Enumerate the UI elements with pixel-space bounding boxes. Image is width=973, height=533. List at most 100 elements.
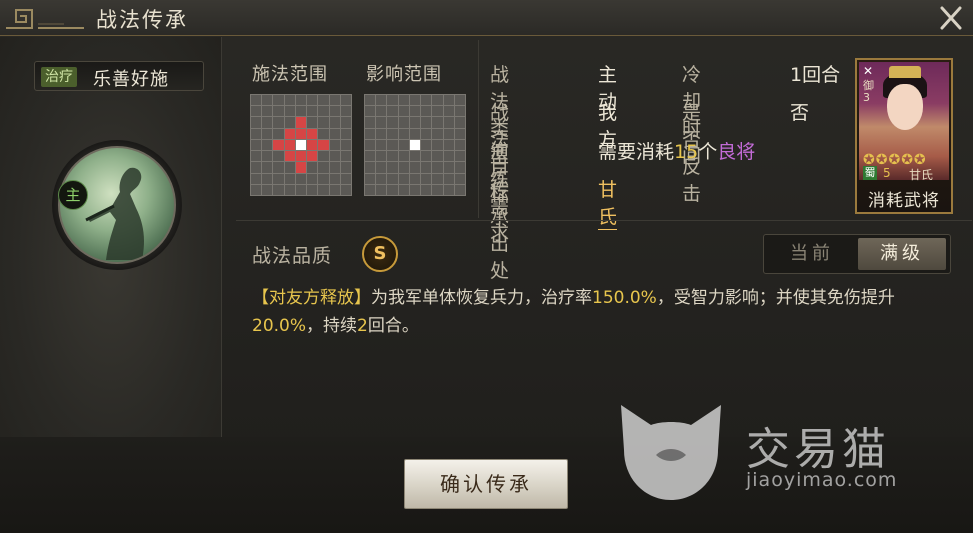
range-cell — [251, 184, 262, 195]
range-cell — [318, 162, 329, 173]
card-info-bar: 蜀 5 甘氏 — [861, 166, 951, 182]
range-cell — [398, 128, 409, 139]
range-cell — [318, 95, 329, 106]
range-cell — [251, 151, 262, 162]
tab-max-level[interactable]: 满级 — [858, 238, 946, 270]
range-cell — [329, 128, 340, 139]
range-cell — [365, 162, 376, 173]
counter-value: 否 — [790, 102, 810, 124]
range-cell — [340, 117, 351, 128]
damage-reduction: 20.0% — [252, 316, 307, 336]
range-cell — [340, 106, 351, 117]
range-cell — [329, 184, 340, 195]
range-cell — [340, 139, 351, 151]
skill-type-badge: 治疗 — [41, 67, 77, 87]
range-cell — [387, 173, 398, 184]
range-cell — [307, 117, 318, 128]
close-icon[interactable] — [936, 4, 966, 32]
range-cell — [409, 173, 421, 184]
requirement-count: 15 — [674, 141, 699, 163]
range-cell — [421, 151, 432, 162]
range-cell — [262, 95, 273, 106]
range-cell — [432, 117, 443, 128]
range-cell — [329, 117, 340, 128]
heal-rate: 150.0% — [592, 288, 657, 308]
range-cell — [443, 151, 454, 162]
range-cell — [318, 139, 329, 151]
range-cell — [365, 139, 376, 151]
confirm-inherit-button[interactable]: 确认传承 — [404, 459, 568, 509]
range-cell — [273, 139, 284, 151]
range-cell — [409, 128, 421, 139]
range-cell — [376, 139, 387, 151]
consume-general-card[interactable]: ✕ 御3 ✪✪✪✪✪ 蜀 5 甘氏 消耗武将 — [855, 58, 953, 214]
title-bar: 战法传承 — [0, 0, 973, 36]
range-cell — [365, 184, 376, 195]
range-cell — [454, 117, 465, 128]
range-cell — [329, 139, 340, 151]
range-cell — [421, 184, 432, 195]
requirement-unit: 个 — [698, 141, 718, 163]
range-cell — [251, 117, 262, 128]
range-cell — [387, 106, 398, 117]
range-cell — [318, 173, 329, 184]
range-cell — [365, 128, 376, 139]
range-cell — [376, 117, 387, 128]
range-cell — [284, 184, 295, 195]
range-cell — [376, 184, 387, 195]
range-cell — [409, 106, 421, 117]
range-cell — [295, 162, 307, 173]
range-cell — [387, 151, 398, 162]
range-cell — [295, 139, 307, 151]
range-cell — [432, 162, 443, 173]
range-cell — [409, 139, 421, 151]
range-cell — [454, 173, 465, 184]
window-title: 战法传承 — [96, 8, 188, 32]
range-cell — [432, 95, 443, 106]
main-role-badge: 主 — [58, 180, 88, 210]
general-portrait: ✕ 御3 ✪✪✪✪✪ 蜀 5 甘氏 — [859, 62, 951, 182]
source-general-link[interactable]: 甘氏 — [598, 175, 618, 230]
range-cell — [454, 184, 465, 195]
range-cell — [443, 184, 454, 195]
range-cell — [387, 139, 398, 151]
range-cell — [387, 128, 398, 139]
range-cell — [443, 173, 454, 184]
range-cell — [398, 117, 409, 128]
range-cell — [262, 106, 273, 117]
consume-general-caption: 消耗武将 — [868, 191, 940, 211]
range-cell — [329, 151, 340, 162]
tab-current[interactable]: 当前 — [768, 238, 856, 270]
range-cell — [340, 173, 351, 184]
inheritance-dialog: 战法传承 治疗 乐善好施 主 施法范围 影响范围 战法类型 主动 冷却时间 1回… — [0, 0, 973, 533]
range-cell — [376, 106, 387, 117]
range-cell — [318, 151, 329, 162]
title-ornament-icon — [6, 9, 84, 29]
range-cell — [432, 151, 443, 162]
range-cell — [318, 117, 329, 128]
range-cell — [340, 128, 351, 139]
range-cell — [421, 117, 432, 128]
range-cell — [443, 95, 454, 106]
range-cell — [295, 117, 307, 128]
range-cell — [251, 95, 262, 106]
range-cell — [295, 151, 307, 162]
range-cell — [295, 128, 307, 139]
range-cell — [432, 139, 443, 151]
range-cell — [251, 162, 262, 173]
card-side-text: 御3 — [863, 79, 874, 104]
range-cell — [273, 162, 284, 173]
range-cell — [398, 184, 409, 195]
range-cell — [376, 151, 387, 162]
range-cell — [251, 128, 262, 139]
range-cell — [409, 151, 421, 162]
range-cell — [398, 162, 409, 173]
description-target: 【对友方释放】 — [252, 288, 371, 308]
range-cell — [454, 139, 465, 151]
range-cell — [251, 106, 262, 117]
range-cell — [387, 184, 398, 195]
card-corner-icon: ✕ — [863, 64, 874, 78]
range-cell — [262, 151, 273, 162]
range-cell — [251, 139, 262, 151]
range-cell — [387, 117, 398, 128]
